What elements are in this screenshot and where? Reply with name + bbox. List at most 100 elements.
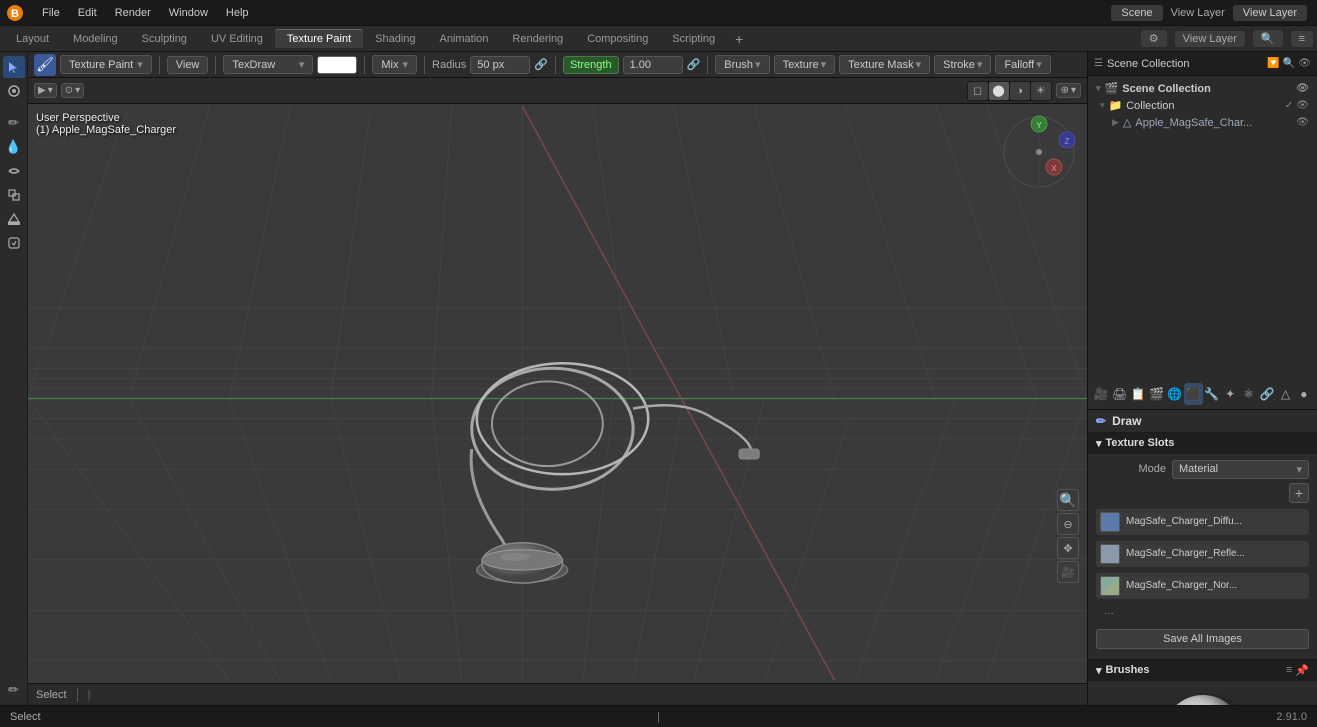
blender-logo[interactable]: B xyxy=(0,0,30,26)
view-perspective-label: User Perspective xyxy=(36,112,176,124)
outliner-controls: 🔽 🔍 👁 xyxy=(1267,58,1311,69)
texture-paint-mode-btn[interactable]: Texture Paint ▾ xyxy=(60,55,152,74)
blend-mode-btn[interactable]: Mix ▾ xyxy=(372,55,417,74)
wireframe-btn[interactable]: ◻ xyxy=(968,82,988,100)
menu-render[interactable]: Render xyxy=(107,5,159,21)
brush-dropdown-btn[interactable]: Brush ▾ xyxy=(715,55,769,74)
texture-item-1[interactable]: MagSafe_Charger_Refle... xyxy=(1096,541,1309,567)
brushes-body: 2 ☆ ⧉ ✕ xyxy=(1088,681,1317,706)
status-middle: | xyxy=(88,689,91,701)
texture-thumb-1 xyxy=(1100,544,1120,564)
brushes-header[interactable]: ▾ Brushes ≡ 📌 xyxy=(1088,660,1317,681)
prop-physics-icon[interactable]: ⚛ xyxy=(1239,383,1257,405)
object-eye-icon[interactable]: 👁 xyxy=(1296,117,1309,128)
prop-data-icon[interactable]: △ xyxy=(1276,383,1294,405)
tab-uv-editing[interactable]: UV Editing xyxy=(199,30,275,48)
mode-dropdown[interactable]: Material xyxy=(1172,460,1309,479)
zoom-out-btn[interactable]: ⊖ xyxy=(1057,513,1079,535)
camera-btn[interactable]: 🎥 xyxy=(1057,561,1079,583)
toolbar-smear[interactable] xyxy=(3,160,25,182)
collection-eye-icon[interactable]: 👁 xyxy=(1296,100,1309,111)
tab-sculpting[interactable]: Sculpting xyxy=(130,30,199,48)
prop-constraints-icon[interactable]: 🔗 xyxy=(1258,383,1276,405)
toolbar-brush-icon[interactable]: ✏ xyxy=(3,112,25,134)
scene-collection-visibility[interactable]: 👁 xyxy=(1296,83,1309,94)
menu-help[interactable]: Help xyxy=(218,5,257,21)
viewport-shading-menu[interactable]: ▶ ▾ xyxy=(34,83,57,98)
scene-selector[interactable]: Scene xyxy=(1111,5,1162,21)
prop-modifier-icon[interactable]: 🔧 xyxy=(1203,383,1221,405)
filter-button[interactable]: ≡ xyxy=(1291,31,1313,47)
save-all-images-btn[interactable]: Save All Images xyxy=(1096,629,1309,649)
texture-item-2[interactable]: MagSafe_Charger_Nor... xyxy=(1096,573,1309,599)
texture-add-btn[interactable]: + xyxy=(1289,483,1309,503)
color-swatch[interactable] xyxy=(317,56,357,74)
viewport-overlay-menu[interactable]: ⊙ ▾ xyxy=(61,83,84,98)
prop-render-icon[interactable]: 🎥 xyxy=(1092,383,1110,405)
prop-view-layer-icon[interactable]: 📋 xyxy=(1129,383,1147,405)
tab-texture-paint[interactable]: Texture Paint xyxy=(275,29,363,48)
toolbar-select-tool[interactable] xyxy=(3,56,25,78)
view-layer-selector[interactable]: View Layer xyxy=(1233,5,1307,21)
view-btn[interactable]: View xyxy=(167,56,209,74)
outliner-scene-collection[interactable]: ▾ 🎬 Scene Collection 👁 xyxy=(1092,80,1313,97)
strength-label[interactable]: Strength xyxy=(563,56,619,74)
tab-compositing[interactable]: Compositing xyxy=(575,30,660,48)
tab-modeling[interactable]: Modeling xyxy=(61,30,130,48)
outliner-eye-icon[interactable]: 👁 xyxy=(1298,58,1311,69)
brush-list-icon[interactable]: ≡ xyxy=(1286,664,1292,677)
radius-input[interactable]: 50 px xyxy=(470,56,530,74)
outliner-icon: ☰ xyxy=(1094,58,1103,69)
tab-animation[interactable]: Animation xyxy=(428,30,501,48)
active-tool-icon[interactable]: ⚙ xyxy=(1141,30,1167,47)
outliner-collection[interactable]: ▾ 📁 Collection ✓ 👁 xyxy=(1092,97,1313,114)
collection-check-icon[interactable]: ✓ xyxy=(1285,100,1293,111)
menu-edit[interactable]: Edit xyxy=(70,5,105,21)
tab-layout[interactable]: Layout xyxy=(4,30,61,48)
toolbar-annotate[interactable]: ✏ xyxy=(3,679,25,701)
view-layer-display[interactable]: View Layer xyxy=(1175,31,1245,47)
outliner-object[interactable]: ▶ △ Apple_MagSafe_Char... 👁 xyxy=(1092,114,1313,131)
viewport-area: 🖌 Texture Paint ▾ View TexDraw ▾ Mix ▾ R… xyxy=(28,52,1087,705)
draw-label: Draw xyxy=(1112,414,1141,428)
pan-btn[interactable]: ✥ xyxy=(1057,537,1079,559)
texture-mask-dropdown-btn[interactable]: Texture Mask ▾ xyxy=(839,55,930,74)
texture-item-0[interactable]: MagSafe_Charger_Diffu... xyxy=(1096,509,1309,535)
strength-input[interactable]: 1.00 xyxy=(623,56,683,74)
solid-btn[interactable]: ⬤ xyxy=(989,82,1009,100)
gizmo-btn[interactable]: ⊕ ▾ xyxy=(1056,83,1081,98)
toolbar-color-picker[interactable]: 💧 xyxy=(3,136,25,158)
menu-window[interactable]: Window xyxy=(161,5,216,21)
prop-material-icon[interactable]: ● xyxy=(1295,383,1313,405)
brush-name-btn[interactable]: TexDraw ▾ xyxy=(223,55,313,74)
falloff-dropdown-btn[interactable]: Falloff ▾ xyxy=(995,55,1050,74)
outliner-filter-icon[interactable]: 🔽 xyxy=(1267,58,1279,69)
navigation-widget[interactable]: Y Z X xyxy=(999,112,1079,192)
tab-shading[interactable]: Shading xyxy=(363,30,427,48)
toolbar-clone[interactable] xyxy=(3,184,25,206)
prop-object-icon[interactable]: ⬛ xyxy=(1184,383,1202,405)
toolbar-fill[interactable] xyxy=(3,208,25,230)
zoom-in-btn[interactable]: 🔍 xyxy=(1057,489,1079,511)
texture-dropdown-btn[interactable]: Texture ▾ xyxy=(774,55,836,74)
viewport-canvas[interactable]: User Perspective (1) Apple_MagSafe_Charg… xyxy=(28,104,1087,683)
radius-lock-icon[interactable]: 🔗 xyxy=(534,58,548,71)
prop-particles-icon[interactable]: ✦ xyxy=(1221,383,1239,405)
toolbar-paint-tool[interactable] xyxy=(3,80,25,102)
menu-file[interactable]: File xyxy=(34,5,68,21)
tab-scripting[interactable]: Scripting xyxy=(660,30,727,48)
strength-lock-icon[interactable]: 🔗 xyxy=(687,58,701,71)
prop-output-icon[interactable]: 🖨 xyxy=(1110,383,1128,405)
material-preview-btn[interactable]: ◑ xyxy=(1010,82,1030,100)
brush-pin-icon[interactable]: 📌 xyxy=(1295,664,1309,677)
search-button[interactable]: 🔍 xyxy=(1253,30,1283,47)
add-workspace-button[interactable]: + xyxy=(727,28,751,50)
rendered-btn[interactable]: ☀ xyxy=(1031,82,1051,100)
tab-rendering[interactable]: Rendering xyxy=(500,30,575,48)
prop-world-icon[interactable]: 🌐 xyxy=(1166,383,1184,405)
texture-slots-header[interactable]: ▾ Texture Slots xyxy=(1088,433,1317,454)
stroke-dropdown-btn[interactable]: Stroke ▾ xyxy=(934,55,991,74)
outliner-search-icon[interactable]: 🔍 xyxy=(1283,58,1295,69)
prop-scene-icon[interactable]: 🎬 xyxy=(1147,383,1165,405)
toolbar-mask[interactable] xyxy=(3,232,25,254)
